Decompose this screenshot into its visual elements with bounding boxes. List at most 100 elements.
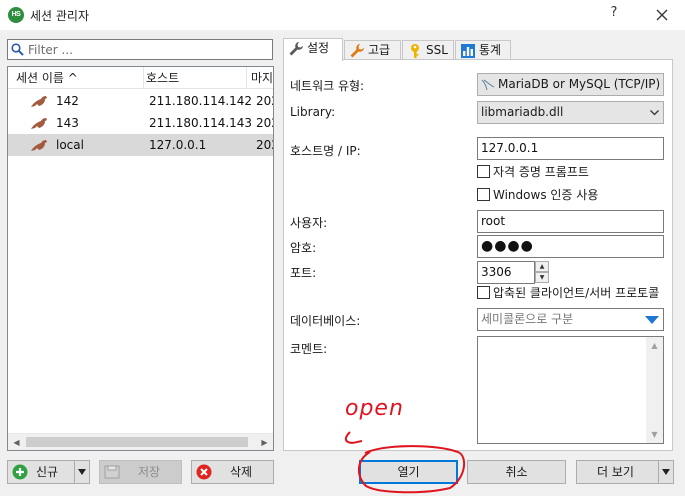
close-icon[interactable] xyxy=(656,9,668,21)
network-type-select[interactable]: MariaDB or MySQL (TCP/IP) xyxy=(477,73,664,96)
column-host[interactable]: 호스트 xyxy=(146,67,246,89)
window-title: 세션 관리자 xyxy=(30,9,90,23)
password-label: 암호: xyxy=(290,241,317,255)
session-name: 143 xyxy=(56,116,79,130)
session-last-connect: 202 xyxy=(256,94,273,108)
new-dropdown-button[interactable] xyxy=(74,461,89,483)
mariadb-seal-icon xyxy=(31,96,47,107)
filter-input[interactable] xyxy=(28,40,268,59)
checkbox-label: 압축된 클라이언트/서버 프로토콜 xyxy=(493,286,660,300)
tab-label: 고급 xyxy=(368,43,391,57)
host-label: 호스트명 / IP: xyxy=(290,144,361,158)
tab-label: 통계 xyxy=(479,43,502,57)
windows-auth-checkbox[interactable]: Windows 인증 사용 xyxy=(477,188,598,204)
stepper-down-icon[interactable]: ▼ xyxy=(535,272,549,283)
session-row[interactable]: 142 211.180.114.142 202 xyxy=(8,90,273,112)
prompt-credentials-checkbox[interactable]: 자격 증명 프롬프트 xyxy=(477,165,589,181)
tab-settings[interactable]: 설정 xyxy=(283,38,343,61)
tab-label: SSL xyxy=(426,43,448,57)
tab-label: 설정 xyxy=(307,41,330,55)
chevron-down-icon xyxy=(662,469,670,475)
delete-button[interactable]: 삭제 xyxy=(191,460,274,484)
databases-input[interactable]: 세미콜론으로 구분 xyxy=(477,308,664,331)
network-type-label: 네트워크 유형: xyxy=(290,79,365,93)
databases-label: 데이터베이스: xyxy=(290,314,361,328)
session-row[interactable]: 143 211.180.114.143 202 xyxy=(8,112,273,134)
save-icon xyxy=(104,465,120,479)
checkbox-box[interactable] xyxy=(477,188,490,201)
wrench-orange-icon xyxy=(350,43,364,57)
session-name: local xyxy=(56,138,84,152)
databases-placeholder: 세미콜론으로 구분 xyxy=(481,312,574,326)
host-input[interactable]: 127.0.0.1 xyxy=(477,137,664,160)
chevron-down-icon xyxy=(650,110,659,116)
app-logo-icon: HS xyxy=(8,7,24,23)
user-label: 사용자: xyxy=(290,216,328,230)
dropdown-arrow-icon[interactable] xyxy=(644,315,660,325)
library-label: Library: xyxy=(290,105,336,119)
horizontal-scrollbar[interactable]: ◀ ▶ xyxy=(8,433,273,450)
stepper-up-icon[interactable]: ▲ xyxy=(535,261,549,272)
comment-textarea[interactable]: ▲ ▼ xyxy=(477,336,664,444)
close-button[interactable] xyxy=(650,3,674,25)
mariadb-seal-icon xyxy=(31,140,47,151)
list-header: 세션 이름 ^ 호스트 마지 xyxy=(8,67,273,89)
library-select[interactable]: libmariadb.dll xyxy=(477,101,664,124)
port-label: 포트: xyxy=(290,266,317,280)
filter-box[interactable] xyxy=(7,39,273,60)
session-row-selected[interactable]: local 127.0.0.1 202 xyxy=(8,134,273,156)
session-name: 142 xyxy=(56,94,79,108)
save-button-label: 저장 xyxy=(138,465,161,479)
session-last-connect: 202 xyxy=(256,138,273,152)
port-input[interactable]: 3306 xyxy=(477,261,535,284)
more-dropdown-button[interactable] xyxy=(658,461,673,483)
scroll-up-icon[interactable]: ▲ xyxy=(646,337,663,354)
chevron-down-icon xyxy=(78,469,86,475)
tab-ssl[interactable]: SSL xyxy=(402,40,454,60)
more-button-label: 더 보기 xyxy=(597,465,634,479)
session-list[interactable]: 세션 이름 ^ 호스트 마지 142 211.180.114.142 202 1… xyxy=(7,66,274,451)
delete-icon xyxy=(196,464,212,480)
session-last-connect: 202 xyxy=(256,116,273,130)
mariadb-seal-icon xyxy=(31,118,47,129)
column-last-connect[interactable]: 마지 xyxy=(251,67,273,89)
tab-statistics[interactable]: 통계 xyxy=(455,40,511,60)
column-session-name[interactable]: 세션 이름 ^ xyxy=(16,67,140,89)
scroll-right-icon[interactable]: ▶ xyxy=(256,434,273,450)
password-input[interactable]: ●●●● xyxy=(477,235,664,258)
scroll-thumb[interactable] xyxy=(26,437,248,447)
checkbox-box[interactable] xyxy=(477,286,490,299)
session-host: 211.180.114.143 xyxy=(149,116,253,130)
tab-advanced[interactable]: 고급 xyxy=(344,40,401,60)
plus-icon xyxy=(12,464,28,480)
help-button[interactable]: ? xyxy=(604,5,624,20)
save-button[interactable]: 저장 xyxy=(99,460,182,484)
scroll-down-icon[interactable]: ▼ xyxy=(646,426,663,443)
checkbox-box[interactable] xyxy=(477,165,490,178)
port-stepper[interactable]: ▲ ▼ xyxy=(535,261,549,284)
scroll-left-icon[interactable]: ◀ xyxy=(8,434,25,450)
more-button[interactable]: 더 보기 xyxy=(576,460,674,484)
network-type-value: MariaDB or MySQL (TCP/IP) xyxy=(498,77,661,91)
user-input[interactable]: root xyxy=(477,210,664,233)
bar-chart-icon xyxy=(461,43,475,58)
session-host: 211.180.114.142 xyxy=(149,94,253,108)
cancel-button[interactable]: 취소 xyxy=(467,460,566,484)
title-bar: HS 세션 관리자 ? xyxy=(0,0,685,30)
new-button[interactable]: 신규 xyxy=(7,460,90,484)
mariadb-seal-icon xyxy=(481,79,495,90)
library-value: libmariadb.dll xyxy=(481,105,564,119)
delete-button-label: 삭제 xyxy=(230,465,253,479)
vertical-scrollbar[interactable]: ▲ ▼ xyxy=(646,337,663,443)
wrench-icon xyxy=(289,41,303,55)
session-host: 127.0.0.1 xyxy=(149,138,207,152)
new-button-label: 신규 xyxy=(36,465,59,479)
compressed-protocol-checkbox[interactable]: 압축된 클라이언트/서버 프로토콜 xyxy=(477,286,667,302)
checkbox-label: 자격 증명 프롬프트 xyxy=(493,165,589,179)
comment-label: 코멘트: xyxy=(290,342,328,356)
checkbox-label: Windows 인증 사용 xyxy=(493,188,599,202)
search-icon xyxy=(11,43,24,56)
key-icon xyxy=(411,43,419,58)
open-button[interactable]: 열기 xyxy=(359,460,458,484)
settings-panel: 네트워크 유형: MariaDB or MySQL (TCP/IP) Libra… xyxy=(283,59,673,451)
